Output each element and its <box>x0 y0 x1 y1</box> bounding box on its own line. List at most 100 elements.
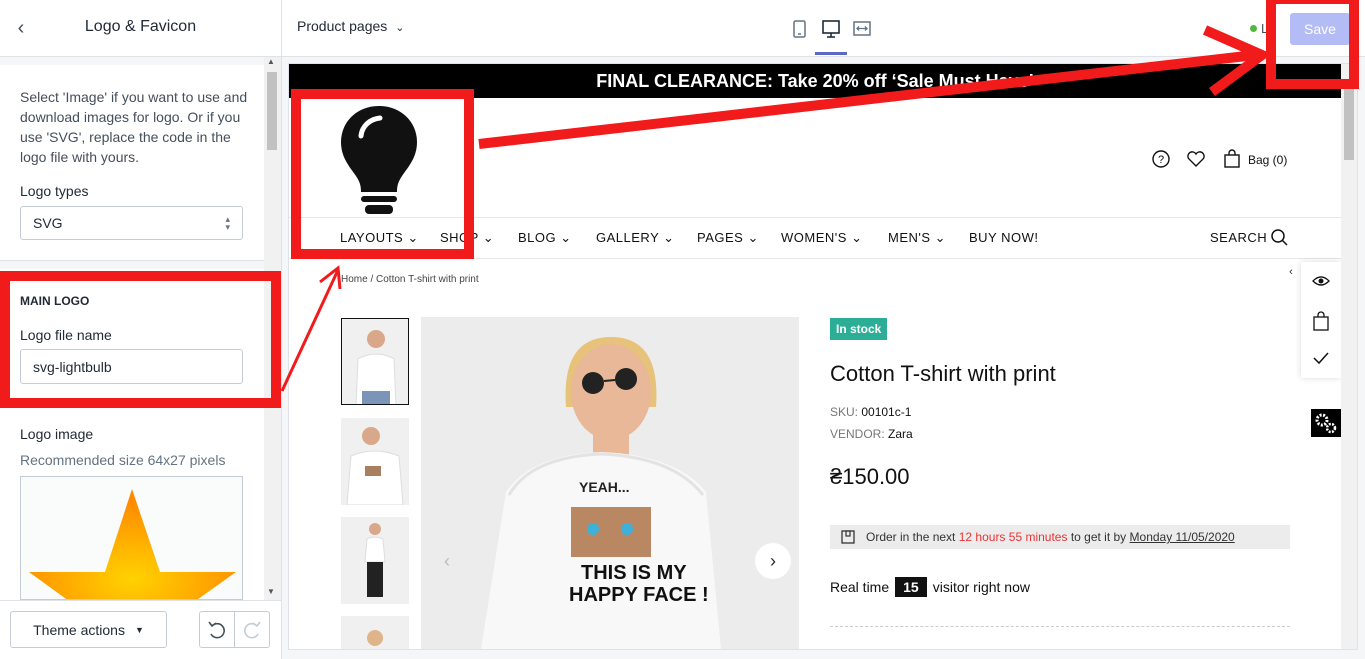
page-type-dropdown[interactable]: Product pages ⌄ <box>297 18 404 34</box>
product-thumbnail[interactable] <box>341 318 409 405</box>
undo-button[interactable] <box>199 611 235 648</box>
checkmark-icon[interactable] <box>1312 350 1330 366</box>
product-main-image[interactable]: YEAH... THIS IS MY HAPPY FACE ! <box>421 317 799 649</box>
nav-label: WOMEN'S <box>781 230 847 245</box>
scroll-up-icon[interactable]: ▲ <box>267 57 275 66</box>
nav-item-mens[interactable]: MEN'S ⌄ <box>888 230 946 246</box>
annotation-highlight-logo <box>291 89 474 259</box>
annotation-highlight-save <box>1266 0 1359 89</box>
fullscreen-icon[interactable] <box>852 19 872 39</box>
preview-scrollbar-thumb[interactable] <box>1344 88 1354 160</box>
thumbnail-image <box>346 427 404 505</box>
chevron-down-icon: ⌄ <box>851 230 863 245</box>
logo-types-value: SVG <box>33 215 63 231</box>
package-icon <box>841 530 855 544</box>
redo-button[interactable] <box>234 611 270 648</box>
theme-actions-button[interactable]: Theme actions ▼ <box>10 611 167 648</box>
redo-icon <box>244 621 261 639</box>
bag-count[interactable]: Bag (0) <box>1248 153 1287 167</box>
nav-label: GALLERY <box>596 230 660 245</box>
logo-image-label: Logo image <box>20 426 94 442</box>
logo-types-label: Logo types <box>20 183 89 199</box>
eye-icon[interactable] <box>1312 272 1330 290</box>
search-icon[interactable] <box>1270 228 1290 248</box>
announcement-text: FINAL CLEARANCE: Take 20% off ‘Sale Must… <box>596 70 1034 91</box>
shirt-text-line-3: HAPPY FACE ! <box>569 584 709 606</box>
cart-bag-icon[interactable] <box>1312 311 1330 331</box>
collapse-arrow-icon[interactable]: ‹ <box>1281 262 1301 282</box>
product-vendor: VENDOR: Zara <box>830 427 913 441</box>
vendor-value: Zara <box>888 427 913 441</box>
undo-icon <box>208 621 225 639</box>
thumbnail-image <box>367 630 383 646</box>
live-status-dot <box>1250 25 1257 32</box>
sku-value: 00101c-1 <box>861 405 912 419</box>
page-type-label: Product pages <box>297 18 388 34</box>
search-link[interactable]: SEARCH <box>1210 230 1267 245</box>
shirt-text-line-1: YEAH... <box>579 479 630 495</box>
chevron-down-icon: ⌄ <box>482 230 495 245</box>
nav-item-pages[interactable]: PAGES ⌄ <box>697 230 759 246</box>
product-sku: SKU: 00101c-1 <box>830 405 911 419</box>
chevron-down-icon: ⌄ <box>560 230 572 245</box>
product-title: Cotton T-shirt with print <box>830 361 1056 386</box>
sku-label: SKU: <box>830 405 859 419</box>
nav-item-womens[interactable]: WOMEN'S ⌄ <box>781 230 862 246</box>
visitors-suffix: visitor right now <box>932 579 1030 595</box>
shopping-bag-icon[interactable] <box>1223 149 1241 169</box>
desktop-icon[interactable] <box>821 19 841 39</box>
chevron-down-icon: ⌄ <box>395 22 405 34</box>
sidebar-scrollbar-thumb[interactable] <box>267 72 277 150</box>
section-divider <box>830 626 1290 627</box>
order-delivery-date: Monday 11/05/2020 <box>1129 530 1235 544</box>
product-thumbnail[interactable] <box>341 616 409 649</box>
visitor-count: 15 <box>895 577 927 597</box>
help-circle-icon[interactable]: ? <box>1151 149 1171 169</box>
logo-image-preview[interactable] <box>20 476 243 600</box>
svg-text:?: ? <box>1158 154 1164 166</box>
caret-down-icon: ▼ <box>134 624 144 635</box>
stock-badge: In stock <box>830 318 888 340</box>
scroll-down-icon[interactable]: ▼ <box>267 587 275 596</box>
nav-item-gallery[interactable]: GALLERY ⌄ <box>596 230 675 246</box>
product-thumbnail[interactable] <box>341 418 409 505</box>
prev-image-arrow-icon[interactable]: ‹ <box>429 543 465 579</box>
sidebar-header: ‹ Logo & Favicon <box>0 0 281 57</box>
nav-label: MEN'S <box>888 230 931 245</box>
order-prefix: Order in the next <box>866 530 956 544</box>
nav-item-buy-now[interactable]: BUY NOW! <box>969 230 1039 245</box>
logo-intro-text: Select 'Image' if you want to use and do… <box>20 89 248 165</box>
sidebar-title: Logo & Favicon <box>84 18 197 35</box>
nav-item-blog[interactable]: BLOG ⌄ <box>518 230 572 246</box>
search-label: SEARCH <box>1210 230 1268 245</box>
thumbnail-image <box>355 330 397 404</box>
product-price: ₴150.00 <box>830 464 910 489</box>
breadcrumb[interactable]: Home / Cotton T-shirt with print <box>341 274 479 285</box>
shirt-text-line-2: THIS IS MY <box>581 562 687 584</box>
delivery-countdown-bar: Order in the next 12 hours 55 minutes to… <box>830 525 1290 549</box>
order-time-remaining: 12 hours 55 minutes <box>958 530 1068 544</box>
gears-icon <box>1315 413 1337 434</box>
active-device-indicator <box>815 52 847 55</box>
nav-label: BUY NOW! <box>969 230 1039 245</box>
annotation-highlight-main-logo <box>0 271 281 408</box>
star-logo-image <box>29 489 236 599</box>
thumbnail-image <box>364 523 386 597</box>
logo-image-hint: Recommended size 64x27 pixels <box>20 452 226 468</box>
nav-label: PAGES <box>697 230 744 245</box>
mobile-icon[interactable] <box>790 19 810 39</box>
order-mid-text: to get it by <box>1070 530 1127 544</box>
select-arrows-icon: ▴ ▾ <box>225 214 230 232</box>
nav-label: BLOG <box>518 230 557 245</box>
theme-actions-label: Theme actions <box>33 621 125 638</box>
floating-tool-panel <box>1301 262 1341 378</box>
settings-gears-button[interactable] <box>1311 409 1341 437</box>
chevron-down-icon: ⌄ <box>663 230 675 245</box>
chevron-down-icon: ⌄ <box>934 230 947 245</box>
chevron-down-icon: ⌄ <box>747 230 759 245</box>
product-thumbnail[interactable] <box>341 517 409 604</box>
next-image-arrow-icon[interactable]: › <box>755 543 791 579</box>
visitors-prefix: Real time <box>830 579 890 595</box>
heart-icon[interactable] <box>1186 150 1206 168</box>
logo-types-select[interactable]: SVG ▴ ▾ <box>20 206 243 240</box>
